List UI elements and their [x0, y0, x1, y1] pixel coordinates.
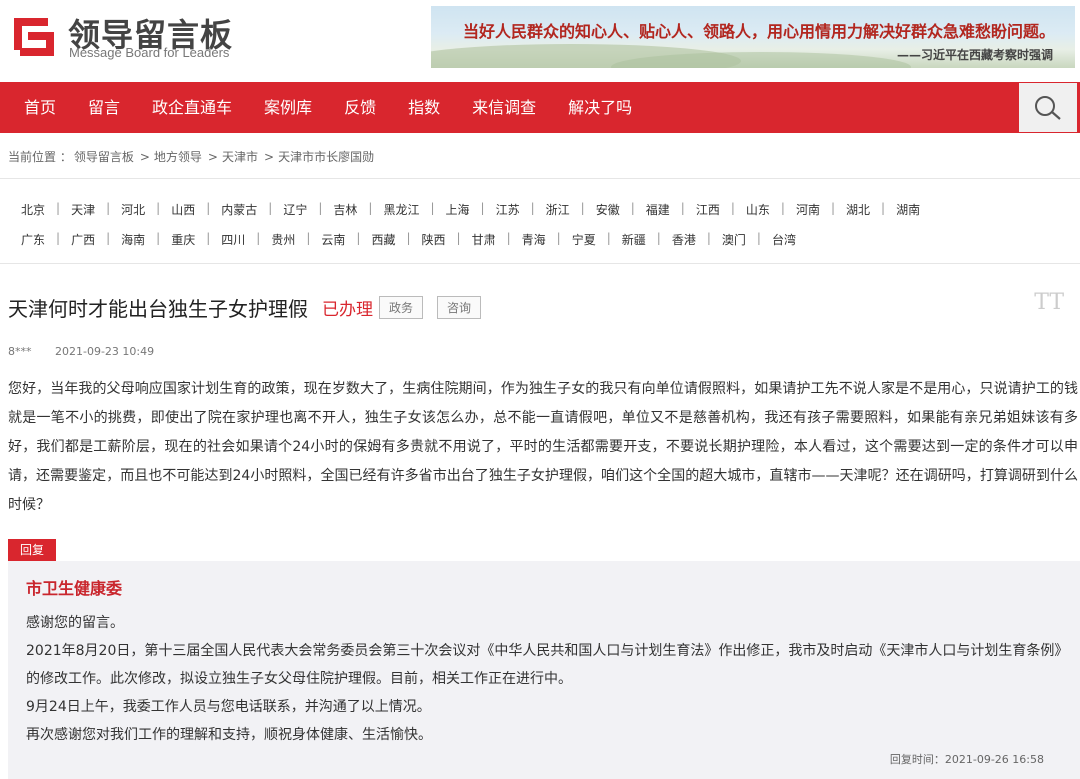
- banner-quote: 当好人民群众的知心人、贴心人、领路人，用心用情用力解决好群众急难愁盼问题。: [462, 22, 1055, 41]
- reply-paragraph: 9月24日上午，我委工作人员与您电话联系，并沟通了以上情况。: [26, 699, 431, 715]
- region-link[interactable]: 辽宁: [272, 201, 318, 218]
- region-link[interactable]: 新疆: [611, 231, 657, 248]
- region-link[interactable]: 青海: [511, 231, 557, 248]
- region-link[interactable]: 江西: [685, 201, 731, 218]
- logo-icon[interactable]: [10, 12, 58, 58]
- breadcrumb-separator: >: [139, 150, 150, 164]
- tag-type[interactable]: 咨询: [437, 296, 482, 319]
- region-link[interactable]: 山西: [160, 201, 206, 218]
- breadcrumb-separator: >: [207, 150, 218, 164]
- status-badge: 已办理: [322, 300, 373, 320]
- reply-box: 市卫生健康委 感谢您的留言。 2021年8月20日，第十三届全国人民代表大会常务…: [8, 561, 1080, 779]
- region-link[interactable]: 天津: [60, 201, 106, 218]
- region-link[interactable]: 浙江: [535, 201, 581, 218]
- region-link[interactable]: 河北: [110, 201, 156, 218]
- region-link[interactable]: 北京: [10, 201, 56, 218]
- region-link[interactable]: 澳门: [711, 231, 757, 248]
- region-link[interactable]: 吉林: [322, 201, 368, 218]
- message-author: 8***: [8, 345, 32, 358]
- font-size-toggle-icon[interactable]: TT: [1034, 290, 1064, 315]
- region-link[interactable]: 台湾: [761, 231, 807, 248]
- region-link[interactable]: 香港: [661, 231, 707, 248]
- nav-item[interactable]: 案例库: [248, 82, 328, 133]
- search-icon: [1035, 96, 1061, 120]
- region-row: 北京 | 天津 | 河北 | 山西 | 内蒙古 | 辽宁 | 吉林 | 黑龙江 | 上海 | 江苏 | 浙江 | 安徽 | 福建…: [10, 201, 931, 218]
- region-link[interactable]: 广西: [60, 231, 106, 248]
- message-title: 天津何时才能出台独生子女护理假: [8, 297, 308, 321]
- header-banner: 当好人民群众的知心人、贴心人、领路人，用心用情用力解决好群众急难愁盼问题。 ——…: [431, 6, 1075, 68]
- nav-item[interactable]: 反馈: [328, 82, 392, 133]
- site-header: 领导留言板 Message Board for Leaders 当好人民群众的知…: [0, 0, 1080, 82]
- region-list: 北京 | 天津 | 河北 | 山西 | 内蒙古 | 辽宁 | 吉林 | 黑龙江 | 上海 | 江苏 | 浙江 | 安徽 | 福建…: [0, 178, 1080, 264]
- reply-time-value: 2021-09-26 16:58: [944, 753, 1044, 766]
- region-link[interactable]: 黑龙江: [372, 201, 430, 218]
- reply-organization: 市卫生健康委: [26, 579, 123, 598]
- banner-author: ——习近平在西藏考察时强调: [896, 48, 1053, 62]
- region-link[interactable]: 宁夏: [561, 231, 607, 248]
- region-link[interactable]: 河南: [785, 201, 831, 218]
- region-link[interactable]: 湖北: [835, 201, 881, 218]
- nav-item[interactable]: 首页: [0, 82, 72, 133]
- region-link[interactable]: 贵州: [260, 231, 306, 248]
- region-link[interactable]: 福建: [635, 201, 681, 218]
- breadcrumb-separator: >: [264, 150, 275, 164]
- nav-item[interactable]: 政企直通车: [136, 82, 248, 133]
- breadcrumb-prefix: 当前位置 ：: [8, 150, 72, 164]
- search-button[interactable]: [1019, 83, 1077, 132]
- breadcrumb-link[interactable]: 天津市市长廖国勋: [278, 150, 374, 164]
- region-link[interactable]: 四川: [210, 231, 256, 248]
- nav-item[interactable]: 解决了吗: [552, 82, 648, 133]
- nav-item[interactable]: 指数: [392, 82, 456, 133]
- region-link[interactable]: 广东: [10, 231, 56, 248]
- region-row: 广东 | 广西 | 海南 | 重庆 | 四川 | 贵州 | 云南 | 西藏 | 陕西 | 甘肃 | 青海 | 宁夏 | 新疆 | 香…: [10, 231, 807, 248]
- message-header: 天津何时才能出台独生子女护理假 已办理 政务 咨询: [8, 293, 482, 322]
- message-meta: 8*** 2021-09-23 10:49: [8, 345, 154, 358]
- reply-label: 回复: [8, 539, 57, 561]
- reply-time-label: 回复时间：: [889, 753, 945, 766]
- region-link[interactable]: 海南: [110, 231, 156, 248]
- main-nav: 首页 留言 政企直通车 案例库 反馈 指数 来信调查 解决了吗: [0, 82, 1080, 133]
- breadcrumb-link[interactable]: 领导留言板: [74, 150, 134, 164]
- logo-subtitle: Message Board for Leaders: [69, 45, 230, 60]
- breadcrumb: 当前位置 ：领导留言板 > 地方领导 > 天津市 > 天津市市长廖国勋: [8, 148, 378, 165]
- message-body: 您好，当年我的父母响应国家计划生育的政策，现在岁数大了，生病住院期间，作为独生子…: [8, 381, 1078, 513]
- reply-text: 感谢您的留言。 2021年8月20日，第十三届全国人民代表大会常务委员会第三十次…: [26, 609, 1066, 749]
- region-link[interactable]: 上海: [435, 201, 481, 218]
- nav-item[interactable]: 留言: [72, 82, 136, 133]
- breadcrumb-link[interactable]: 天津市: [222, 150, 258, 164]
- reply-time: 回复时间：2021-09-26 16:58: [890, 751, 1044, 767]
- reply-paragraph: 再次感谢您对我们工作的理解和支持，顺祝身体健康、生活愉快。: [26, 727, 432, 743]
- nav-items: 首页 留言 政企直通车 案例库 反馈 指数 来信调查 解决了吗: [0, 82, 648, 133]
- region-link[interactable]: 重庆: [160, 231, 206, 248]
- reply-paragraph: 2021年8月20日，第十三届全国人民代表大会常务委员会第三十次会议对《中华人民…: [26, 643, 1062, 687]
- region-link[interactable]: 江苏: [485, 201, 531, 218]
- region-link[interactable]: 内蒙古: [210, 201, 268, 218]
- tag-category[interactable]: 政务: [379, 296, 424, 319]
- message-date: 2021-09-23 10:49: [55, 345, 155, 358]
- region-link[interactable]: 湖南: [885, 201, 931, 218]
- reply-paragraph: 感谢您的留言。: [26, 615, 124, 631]
- breadcrumb-link[interactable]: 地方领导: [154, 150, 202, 164]
- region-link[interactable]: 陕西: [411, 231, 457, 248]
- region-link[interactable]: 甘肃: [461, 231, 507, 248]
- region-link[interactable]: 安徽: [585, 201, 631, 218]
- region-link[interactable]: 云南: [310, 231, 356, 248]
- nav-item[interactable]: 来信调查: [456, 82, 552, 133]
- region-link[interactable]: 西藏: [360, 231, 406, 248]
- region-link[interactable]: 山东: [735, 201, 781, 218]
